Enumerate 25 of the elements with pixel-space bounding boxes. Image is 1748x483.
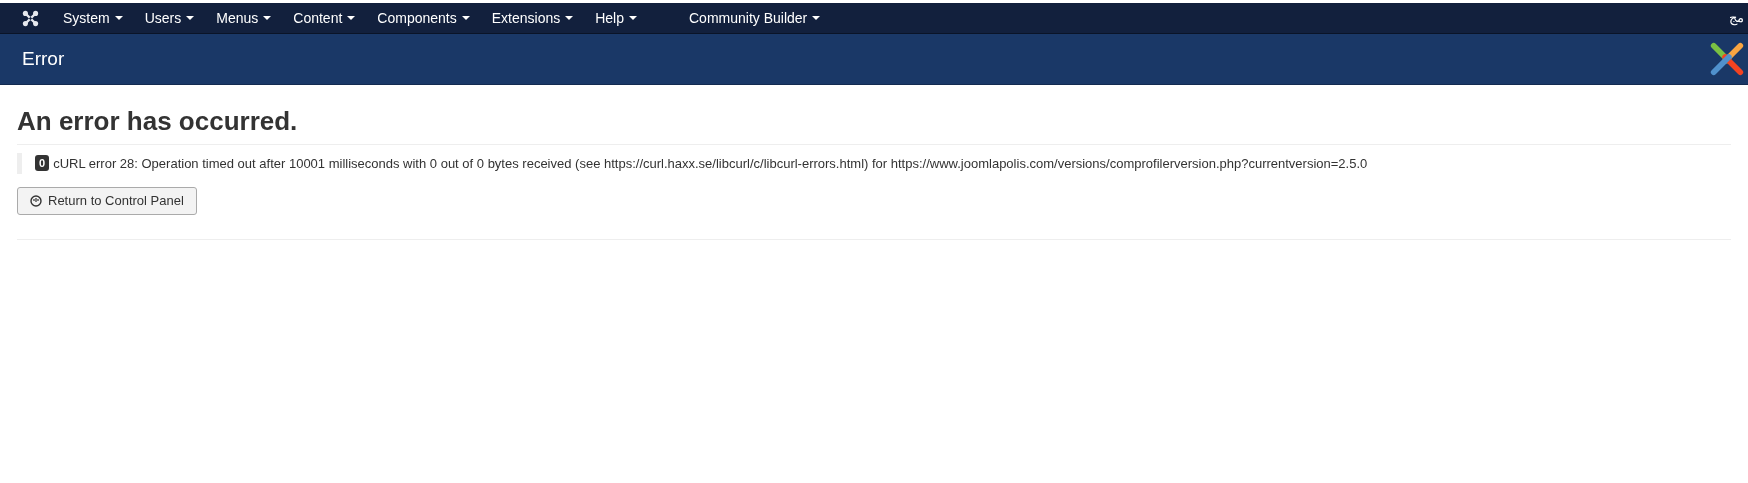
caret-icon bbox=[565, 16, 574, 20]
nav-menu-item[interactable]: Community Builder bbox=[689, 7, 821, 29]
logo-icon[interactable] bbox=[22, 9, 39, 27]
nav-menu-item[interactable]: Help bbox=[595, 7, 637, 29]
error-message: cURL error 28: Operation timed out after 10001 milliseconds with 0 out of 0 bytes received (see https://curl.haxx.se/libcurl/c/libcurl-errors.html) for https://www.joomlapolis.com/versions/comprofilerversion.php?currentversion=2.5.0 bbox=[53, 154, 1368, 173]
page-title: Error bbox=[22, 46, 65, 71]
logo-icon bbox=[1708, 40, 1746, 78]
nav-menu-item[interactable]: Components bbox=[377, 7, 470, 29]
return-button[interactable]: Return to Control Panel bbox=[17, 187, 197, 215]
user-menu[interactable]: مج bbox=[1729, 8, 1744, 28]
nav-menu-item[interactable]: System bbox=[63, 7, 123, 29]
caret-icon bbox=[629, 16, 637, 20]
caret-icon bbox=[461, 16, 470, 20]
nav-menu-item[interactable]: Content bbox=[293, 7, 356, 29]
caret-icon bbox=[263, 16, 272, 20]
dashboard-icon bbox=[30, 195, 42, 207]
caret-icon bbox=[114, 16, 123, 20]
caret-icon bbox=[812, 16, 821, 20]
nav-menu-item[interactable]: Users bbox=[144, 7, 195, 29]
caret-icon bbox=[186, 16, 195, 20]
caret-icon bbox=[347, 16, 356, 20]
error-heading: An error has occurred. bbox=[17, 105, 299, 138]
error-code-badge: 0 bbox=[35, 155, 50, 172]
nav-menu-item[interactable]: Menus bbox=[216, 7, 272, 29]
nav-menu-item[interactable]: Extensions bbox=[491, 7, 574, 29]
